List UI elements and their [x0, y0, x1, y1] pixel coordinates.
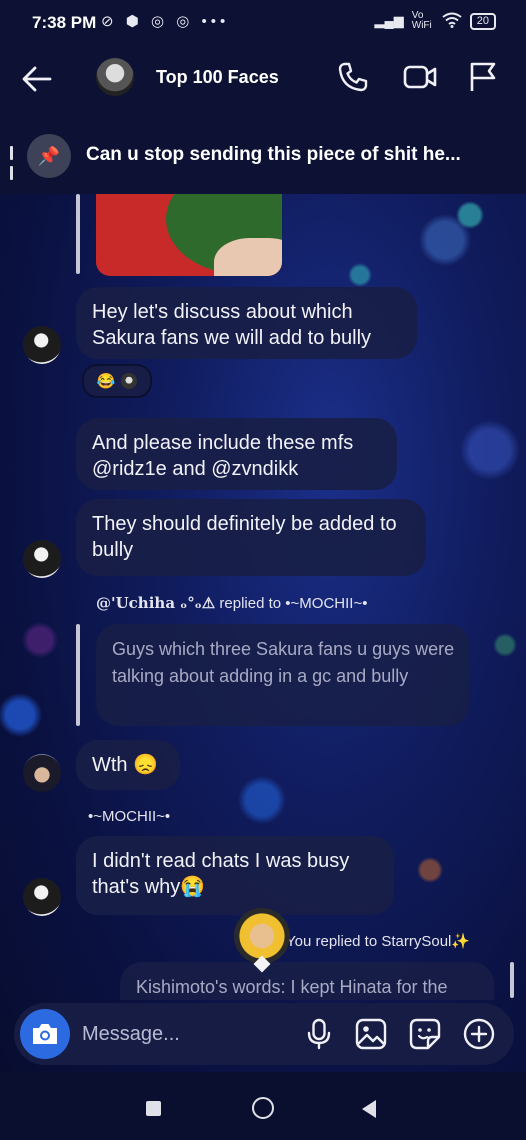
- message-text: Wth 😞: [92, 754, 159, 776]
- quoted-message[interactable]: Kishimoto's words: I kept Hinata for the: [120, 962, 494, 1000]
- phone-icon: [338, 62, 368, 92]
- sticker-button[interactable]: [408, 1017, 442, 1051]
- sender-name: •~MOCHII~•: [88, 808, 171, 825]
- gallery-button[interactable]: [354, 1017, 388, 1051]
- system-nav-bar: [0, 1072, 526, 1140]
- message-input[interactable]: [82, 1020, 282, 1048]
- shared-image[interactable]: [96, 194, 282, 276]
- own-reply-label: You replied to StarrySoul✨: [286, 933, 471, 950]
- plus-circle-icon: [463, 1018, 495, 1050]
- system-icons: ▂▄▆ Vo WiFi 20: [375, 11, 496, 31]
- message-reactions[interactable]: 😂: [82, 364, 152, 398]
- dm-screen: 7:38 PM ⊘ ⬢ ◎ ◎ ••• ▂▄▆ Vo WiFi 20 Top 1…: [0, 0, 526, 1140]
- quoted-text: Guys which three Sakura fans u guys were…: [112, 639, 455, 686]
- pin-icon: 📌: [27, 134, 71, 178]
- message-bubble[interactable]: They should definitely be added to bully: [76, 499, 426, 576]
- network-label: Vo WiFi: [411, 10, 432, 31]
- seen-by-avatar: [234, 908, 290, 964]
- quoted-text: Kishimoto's words: I kept Hinata for the: [136, 977, 448, 997]
- video-call-button[interactable]: [402, 60, 437, 94]
- status-bar: 7:38 PM ⊘ ⬢ ◎ ◎ ••• ▂▄▆ Vo WiFi 20: [0, 0, 526, 48]
- sender-avatar[interactable]: [23, 540, 61, 578]
- message-bubble[interactable]: I didn't read chats I was busy that's wh…: [76, 836, 394, 915]
- message-bubble[interactable]: Wth 😞: [76, 740, 180, 790]
- call-button[interactable]: [336, 60, 370, 94]
- message-text: I didn't read chats I was busy that's wh…: [92, 850, 350, 898]
- message-bubble[interactable]: And please include these mfs @ridz1e and…: [76, 418, 397, 490]
- home-button[interactable]: [252, 1097, 274, 1119]
- message-list[interactable]: Hey let's discuss about which Sakura fan…: [0, 194, 526, 1000]
- scrollbar[interactable]: [510, 962, 514, 998]
- report-button[interactable]: [466, 60, 500, 94]
- flag-icon: [470, 62, 496, 91]
- group-avatar[interactable]: [96, 58, 134, 96]
- reactor-avatar: [121, 373, 138, 389]
- pin-indicator: [10, 146, 13, 194]
- reply-context: @'Uchiha ₒ°ₒ⚠ replied to •~MOCHII~•: [96, 594, 367, 612]
- pinned-message[interactable]: 📌 Can u stop sending this piece of shit …: [0, 112, 526, 194]
- image-icon: [355, 1018, 387, 1050]
- pinned-message-text: Can u stop sending this piece of shit he…: [86, 144, 461, 165]
- camera-button[interactable]: [20, 1009, 70, 1059]
- message-text: Hey let's discuss about which Sakura fan…: [92, 301, 372, 349]
- wifi-icon: [442, 12, 462, 31]
- sender-avatar[interactable]: [23, 326, 61, 364]
- chat-header: Top 100 Faces: [0, 48, 526, 112]
- chat-title[interactable]: Top 100 Faces: [156, 67, 279, 88]
- message-text: And please include these mfs @ridz1e and…: [92, 432, 354, 480]
- reaction-emoji: 😂: [96, 373, 116, 390]
- message-text: They should definitely be added to bully: [92, 513, 397, 561]
- reply-label: replied to •~MOCHII~•: [219, 595, 368, 612]
- back-button[interactable]: [20, 62, 54, 96]
- quoted-message[interactable]: Guys which three Sakura fans u guys were…: [96, 624, 470, 726]
- recents-button[interactable]: [146, 1101, 161, 1116]
- quote-bar: [76, 194, 80, 274]
- sender-avatar[interactable]: [23, 878, 61, 916]
- signal-icon: ▂▄▆: [374, 13, 404, 28]
- battery-icon: 20: [469, 12, 496, 30]
- camera-icon: [33, 1024, 57, 1044]
- voice-message-button[interactable]: [302, 1017, 336, 1051]
- video-camera-icon: [403, 65, 437, 89]
- quote-bar: [76, 624, 80, 726]
- message-bubble[interactable]: Hey let's discuss about which Sakura fan…: [76, 287, 417, 359]
- microphone-icon: [307, 1018, 331, 1050]
- message-composer: [14, 1003, 514, 1065]
- arrow-left-icon: [22, 66, 52, 92]
- sender-avatar[interactable]: [23, 754, 61, 792]
- notification-icons: ⊘ ⬢ ◎ ◎ •••: [101, 13, 230, 30]
- reply-sender: @'Uchiha ₒ°ₒ⚠: [96, 594, 216, 612]
- sticker-icon: [409, 1018, 441, 1050]
- more-options-button[interactable]: [462, 1017, 496, 1051]
- status-time: 7:38 PM: [32, 13, 97, 32]
- system-back-button[interactable]: [362, 1100, 376, 1118]
